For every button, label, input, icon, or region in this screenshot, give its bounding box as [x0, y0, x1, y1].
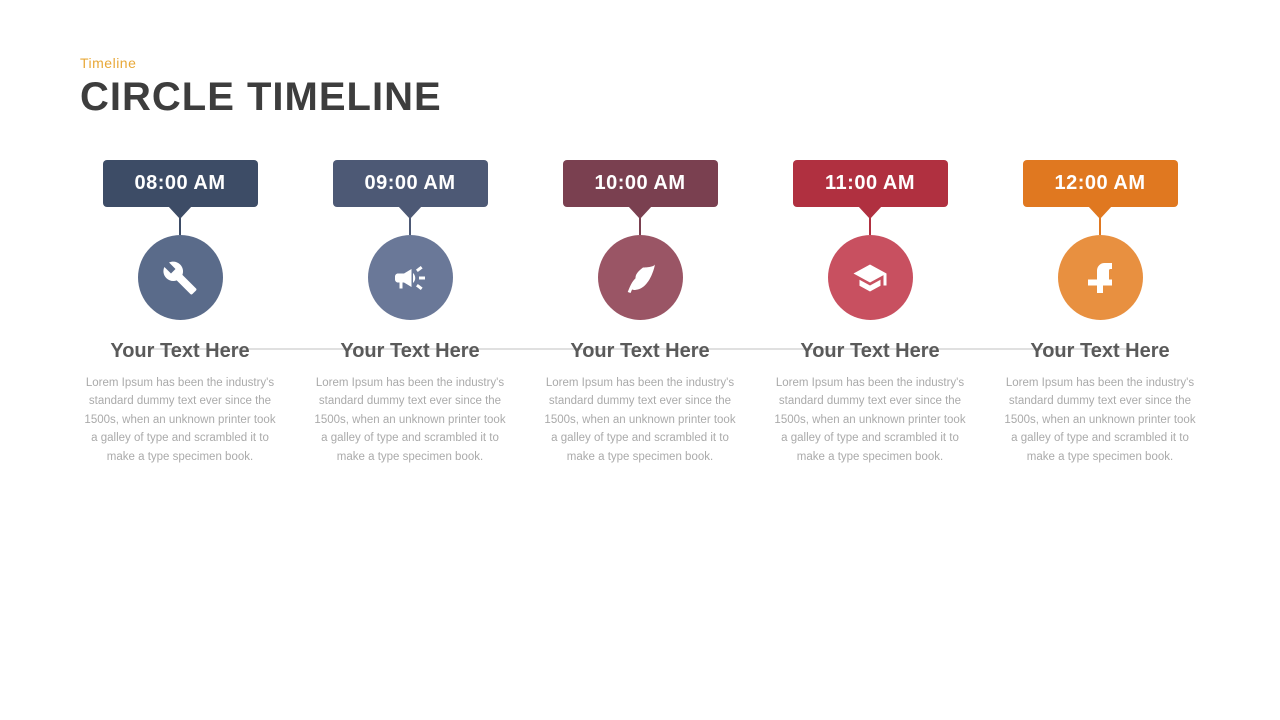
time-bubble-5: 12:00 AM: [1023, 160, 1178, 207]
item-desc-2: Lorem Ipsum has been the industry's stan…: [310, 374, 510, 466]
circle-icon-3: [598, 235, 683, 320]
timeline-item-3: 10:00 AM Your Text Here Lorem Ipsum has …: [540, 160, 740, 466]
time-bubble-2: 09:00 AM: [333, 160, 488, 207]
header: Timeline CIRCLE TIMELINE: [80, 55, 1200, 120]
timeline-item-4: 11:00 AM Your Text Here Lorem Ipsum has …: [770, 160, 970, 466]
leaf-icon: [622, 260, 658, 296]
item-desc-5: Lorem Ipsum has been the industry's stan…: [1000, 374, 1200, 466]
circle-icon-5: [1058, 235, 1143, 320]
time-label-2: 09:00 AM: [364, 172, 455, 195]
item-desc-4: Lorem Ipsum has been the industry's stan…: [770, 374, 970, 466]
timeline-item-2: 09:00 AM Your Text Here Lorem Ipsum has …: [310, 160, 510, 466]
circle-icon-2: [368, 235, 453, 320]
time-label-1: 08:00 AM: [134, 172, 225, 195]
time-label-4: 11:00 AM: [825, 172, 915, 195]
time-label-5: 12:00 AM: [1054, 172, 1145, 195]
time-bubble-4: 11:00 AM: [793, 160, 948, 207]
circle-icon-4: [828, 235, 913, 320]
timeline-container: 08:00 AM Your Text Here Lorem Ipsum has …: [80, 160, 1200, 466]
item-title-3: Your Text Here: [570, 338, 709, 364]
header-subtitle: Timeline: [80, 55, 1200, 71]
timeline-item-1: 08:00 AM Your Text Here Lorem Ipsum has …: [80, 160, 280, 466]
tools-icon: [162, 260, 198, 296]
graduation-icon: [852, 260, 888, 296]
time-bubble-3: 10:00 AM: [563, 160, 718, 207]
item-title-2: Your Text Here: [340, 338, 479, 364]
item-desc-1: Lorem Ipsum has been the industry's stan…: [80, 374, 280, 466]
item-title-5: Your Text Here: [1030, 338, 1169, 364]
time-label-3: 10:00 AM: [594, 172, 685, 195]
item-title-4: Your Text Here: [800, 338, 939, 364]
circle-icon-1: [138, 235, 223, 320]
item-title-1: Your Text Here: [110, 338, 249, 364]
book-icon: [1082, 260, 1118, 296]
timeline-item-5: 12:00 AM Your Text Here Lorem Ipsum has …: [1000, 160, 1200, 466]
page: Timeline CIRCLE TIMELINE 08:00 AM Your T…: [0, 0, 1280, 720]
item-desc-3: Lorem Ipsum has been the industry's stan…: [540, 374, 740, 466]
header-title: CIRCLE TIMELINE: [80, 75, 1200, 120]
time-bubble-1: 08:00 AM: [103, 160, 258, 207]
megaphone-icon: [392, 260, 428, 296]
